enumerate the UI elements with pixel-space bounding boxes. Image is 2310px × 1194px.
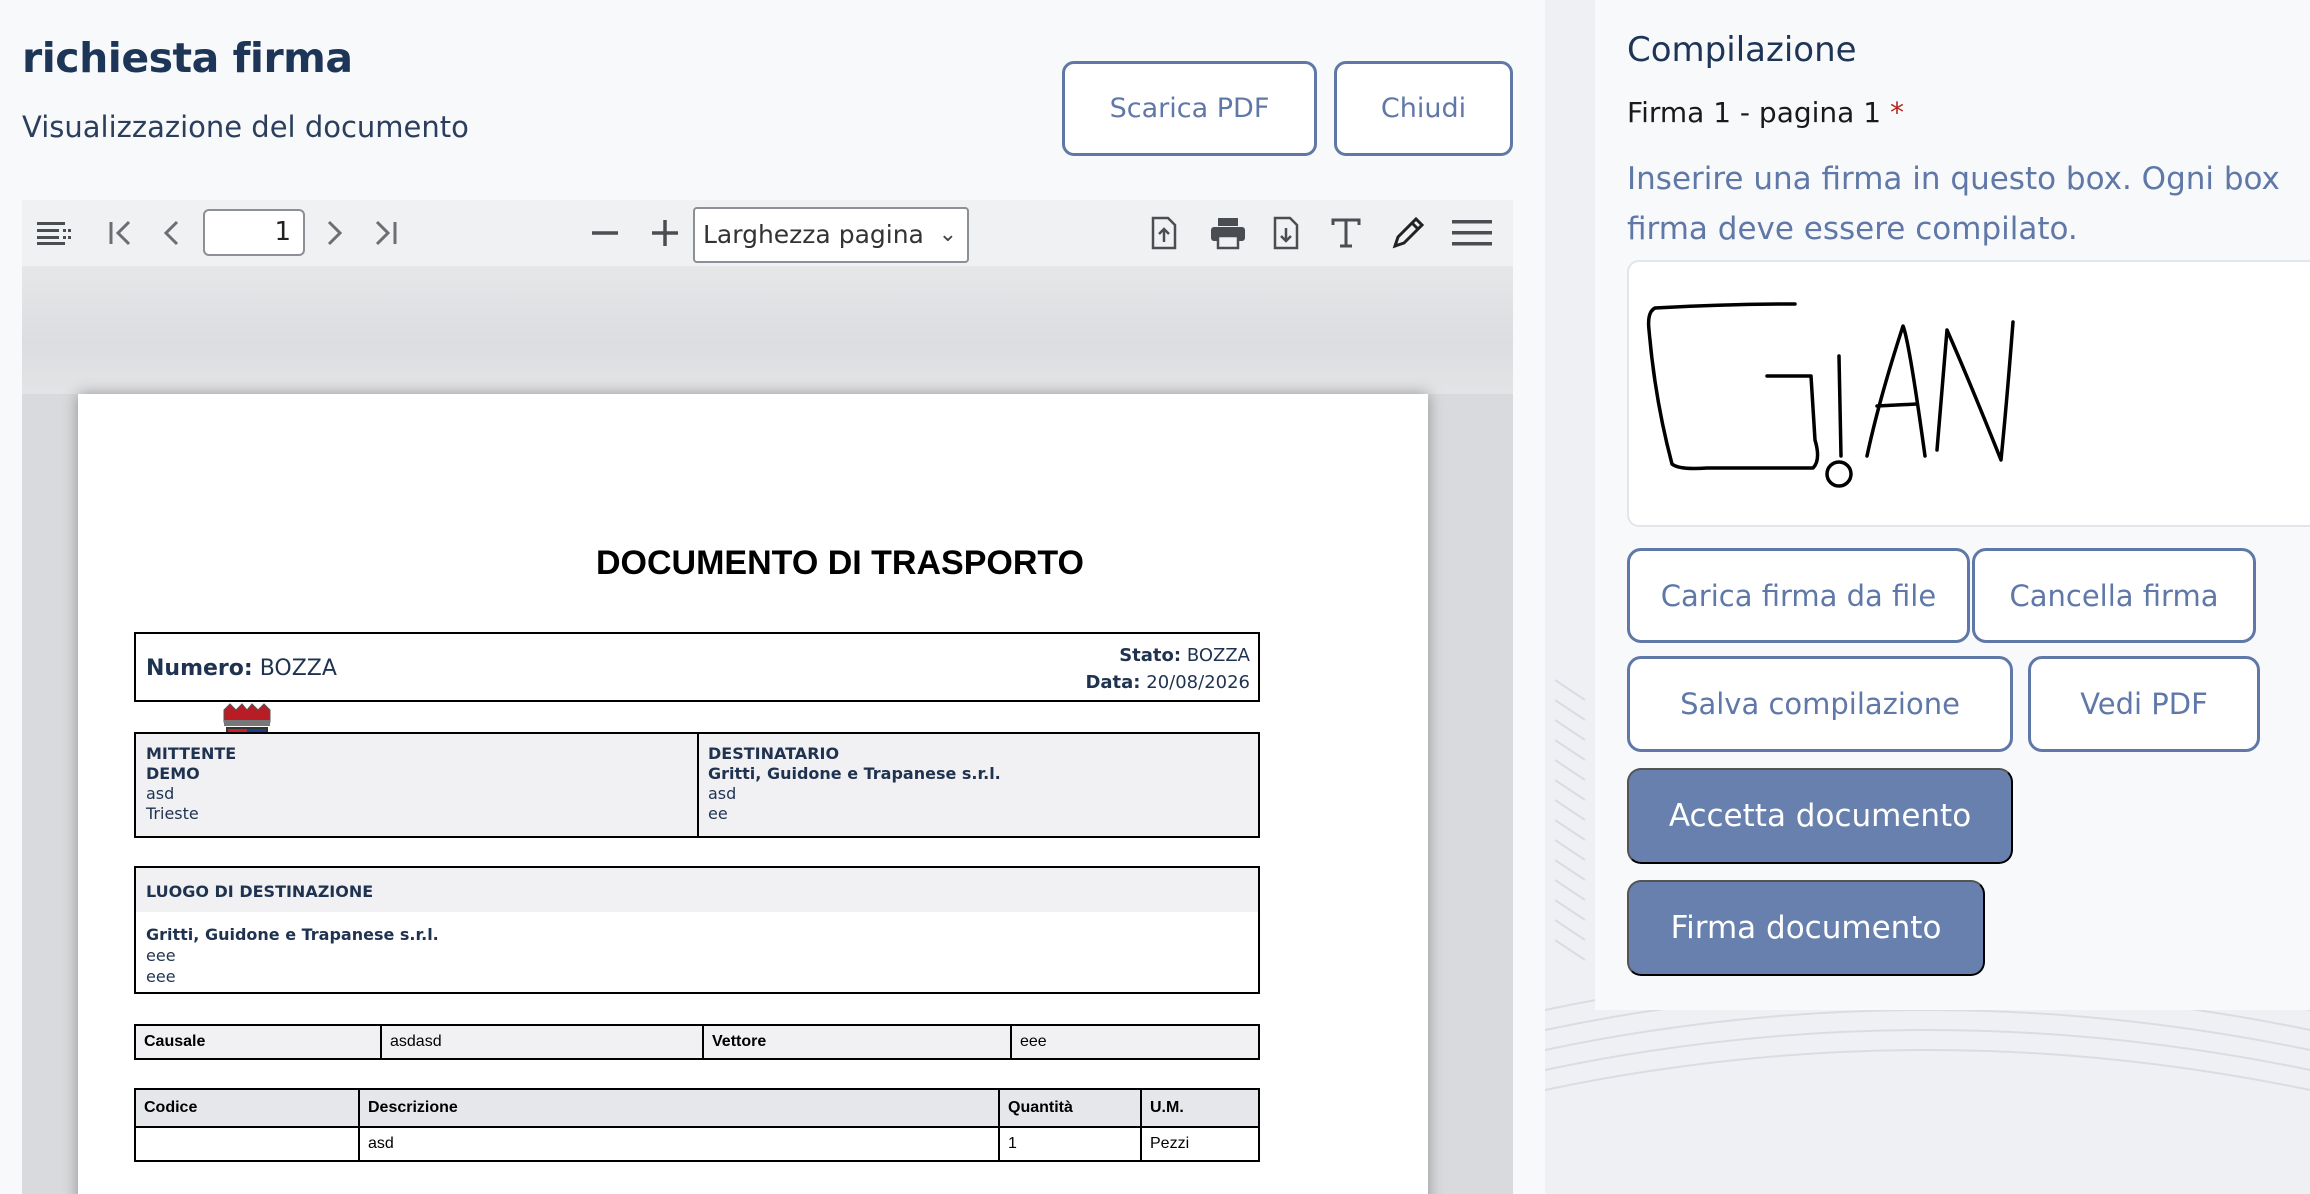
vettore-label: Vettore	[702, 1024, 1012, 1060]
sign-document-button[interactable]: Firma documento	[1627, 880, 1985, 976]
signature-hint: Inserire una firma in questo box. Ogni b…	[1627, 161, 2280, 247]
upload-signature-button[interactable]: Carica firma da file	[1627, 548, 1970, 643]
destinatario-name: Gritti, Guidone e Trapanese s.r.l.	[708, 764, 1001, 783]
first-page-icon[interactable]	[102, 210, 142, 256]
destinatario-line2: ee	[708, 804, 728, 823]
destination-heading: LUOGO DI DESTINAZIONE	[136, 868, 1258, 912]
mittente-line2: Trieste	[146, 804, 199, 823]
signature-field-label: Firma 1 - pagina 1 *	[1627, 96, 1904, 129]
table-row: asd 1 Pezzi	[134, 1126, 1260, 1162]
document-number-box: Numero: BOZZA Stato: BOZZA Data: 20/08/2…	[134, 632, 1260, 702]
accept-document-button[interactable]: Accetta documento	[1627, 768, 2013, 864]
table-header-row: Codice Descrizione Quantità U.M.	[134, 1088, 1260, 1128]
table-cell: Pezzi	[1140, 1126, 1260, 1162]
numero-value: BOZZA	[259, 656, 337, 681]
page-subtitle: Visualizzazione del documento	[22, 110, 469, 144]
mittente-line1: asd	[146, 784, 175, 803]
destinatario-block: DESTINATARIO Gritti, Guidone e Trapanese…	[708, 744, 1001, 824]
zoom-select[interactable]: Larghezza pagina ⌄	[693, 207, 969, 263]
print-icon[interactable]	[1204, 210, 1252, 256]
column-header: Codice	[134, 1088, 360, 1128]
sidebar-toggle-icon[interactable]	[32, 210, 78, 256]
parties-box: MITTENTE DEMO asd Trieste DESTINATARIO G…	[134, 732, 1260, 838]
parties-divider	[697, 734, 699, 836]
destination-name: Gritti, Guidone e Trapanese s.r.l.	[146, 925, 439, 944]
zoom-select-value: Larghezza pagina	[703, 220, 924, 249]
causale-table: Causale asdasd Vettore eee	[134, 1024, 1260, 1060]
destinatario-line1: asd	[708, 784, 737, 803]
destination-line1: eee	[146, 946, 176, 965]
items-table: Codice Descrizione Quantità U.M. asd 1 P…	[134, 1088, 1260, 1162]
mittente-name: DEMO	[146, 764, 200, 783]
pdf-viewer[interactable]: 1 Larghezza pagina ⌄ DOCUMENTO DI TRASPO…	[22, 200, 1513, 1194]
save-compilation-button[interactable]: Salva compilazione	[1627, 656, 2013, 752]
destination-box: LUOGO DI DESTINAZIONE Gritti, Guidone e …	[134, 866, 1260, 994]
vettore-value: eee	[1010, 1024, 1260, 1060]
causale-label: Causale	[134, 1024, 382, 1060]
document-pane: richiesta firma Visualizzazione del docu…	[0, 0, 1545, 1194]
zoom-in-icon[interactable]	[642, 210, 688, 256]
document-title: DOCUMENTO DI TRASPORTO	[596, 544, 1084, 582]
destination-line2: eee	[146, 967, 176, 986]
column-header: Descrizione	[358, 1088, 1000, 1128]
numero-label: Numero:	[146, 656, 253, 681]
table-cell: 1	[998, 1126, 1142, 1162]
pdf-toolbar: 1 Larghezza pagina ⌄	[22, 200, 1513, 266]
clear-signature-button[interactable]: Cancella firma	[1972, 548, 2256, 643]
open-file-icon[interactable]	[1142, 210, 1186, 256]
zoom-out-icon[interactable]	[582, 210, 628, 256]
column-header: U.M.	[1140, 1088, 1260, 1128]
data-value: 20/08/2026	[1146, 672, 1250, 693]
draw-tool-icon[interactable]	[1386, 210, 1430, 256]
download-icon[interactable]	[1264, 210, 1308, 256]
text-tool-icon[interactable]	[1324, 210, 1368, 256]
next-page-icon[interactable]	[314, 210, 354, 256]
viewer-scroll-gap	[22, 266, 1513, 394]
stato-value: BOZZA	[1186, 645, 1250, 666]
mittente-block: MITTENTE DEMO asd Trieste	[146, 744, 236, 824]
handwritten-signature	[1646, 302, 2015, 488]
column-header: Quantità	[998, 1088, 1142, 1128]
mittente-heading: MITTENTE	[146, 744, 237, 763]
close-button[interactable]: Chiudi	[1334, 61, 1513, 156]
stato-label: Stato:	[1119, 645, 1182, 666]
download-pdf-button[interactable]: Scarica PDF	[1062, 61, 1317, 156]
view-pdf-button[interactable]: Vedi PDF	[2028, 656, 2260, 752]
menu-icon[interactable]	[1448, 210, 1496, 256]
signature-field-label-text: Firma 1 - pagina 1	[1627, 96, 1882, 129]
last-page-icon[interactable]	[362, 210, 406, 256]
table-row: Causale asdasd Vettore eee	[134, 1024, 1260, 1060]
compilation-title: Compilazione	[1627, 30, 1857, 70]
required-marker: *	[1889, 96, 1904, 129]
table-cell: asd	[358, 1126, 1000, 1162]
previous-page-icon[interactable]	[152, 210, 192, 256]
page-title: richiesta firma	[22, 34, 353, 82]
data-label: Data:	[1085, 672, 1141, 693]
destinatario-heading: DESTINATARIO	[708, 744, 840, 763]
causale-value: asdasd	[380, 1024, 704, 1060]
chevron-down-icon: ⌄	[938, 222, 957, 247]
page-number-input[interactable]: 1	[203, 209, 305, 256]
table-cell	[134, 1126, 360, 1162]
